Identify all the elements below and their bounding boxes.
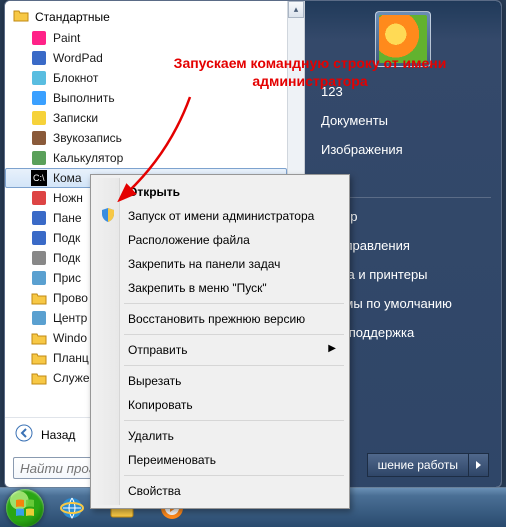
separator (124, 420, 344, 421)
shutdown-group: шение работы (367, 453, 489, 477)
explorer-icon (31, 290, 47, 306)
paint-icon (31, 30, 47, 46)
context-menu-item[interactable]: Запуск от имени администратора (122, 204, 346, 228)
panel-icon (31, 210, 47, 226)
program-label: Windo (53, 331, 87, 345)
context-menu-label: Открыть (128, 185, 180, 199)
context-menu-item[interactable]: Восстановить прежнюю версию (122, 307, 346, 331)
user-pane-link[interactable]: Изображения (305, 135, 501, 164)
context-menu-item[interactable]: Копировать (122, 393, 346, 417)
avatar-image (379, 15, 427, 63)
shutdown-button[interactable]: шение работы (367, 453, 469, 477)
sound-icon (31, 130, 47, 146)
program-label: Выполнить (53, 91, 115, 105)
cmd-icon: C:\ (31, 170, 47, 186)
context-menu: Открыть Запуск от имени администратора Рас… (90, 174, 350, 509)
separator (124, 303, 344, 304)
snip-icon (31, 190, 47, 206)
svg-text:C:\: C:\ (33, 173, 45, 183)
program-item[interactable]: Записки (5, 108, 287, 128)
app-icon (31, 270, 47, 286)
context-menu-label: Удалить (128, 429, 174, 443)
wordpad-icon (31, 50, 47, 66)
context-menu-item[interactable]: Удалить (122, 424, 346, 448)
context-menu-item[interactable]: Переименовать (122, 448, 346, 472)
program-label: Записки (53, 111, 98, 125)
calc-icon (31, 150, 47, 166)
chevron-right-icon (476, 461, 481, 469)
notepad-icon (31, 70, 47, 86)
context-menu-item[interactable]: Расположение файла (122, 228, 346, 252)
program-item[interactable]: Выполнить (5, 88, 287, 108)
context-menu-item[interactable]: Закрепить на панели задач (122, 252, 346, 276)
proj-icon (31, 250, 47, 266)
start-button[interactable] (6, 489, 44, 527)
program-label: Центр (53, 311, 87, 325)
program-item[interactable]: WordPad (5, 48, 287, 68)
program-label: Прис (53, 271, 81, 285)
context-menu-item[interactable]: Открыть (122, 180, 346, 204)
folder-open-icon (13, 7, 29, 26)
folder-header[interactable]: Стандартные (5, 5, 287, 28)
program-item[interactable]: Звукозапись (5, 128, 287, 148)
program-label: Пане (53, 211, 82, 225)
username-link[interactable]: 123 (305, 77, 501, 106)
center-icon (31, 310, 47, 326)
rdp-icon (31, 230, 47, 246)
context-menu-label: Переименовать (128, 453, 216, 467)
program-item[interactable]: Paint (5, 28, 287, 48)
scroll-up-button[interactable]: ▴ (288, 1, 304, 18)
avatar[interactable] (375, 11, 431, 67)
program-label: Paint (53, 31, 80, 45)
program-label: Калькулятор (53, 151, 123, 165)
program-item[interactable]: Блокнот (5, 68, 287, 88)
context-menu-label: Закрепить в меню "Пуск" (128, 281, 267, 295)
context-menu-label: Отправить (128, 343, 188, 357)
context-menu-label: Свойства (128, 484, 181, 498)
context-menu-label: Запуск от имени администратора (128, 209, 314, 223)
context-menu-item[interactable]: Свойства (122, 479, 346, 503)
program-label: Подк (53, 231, 80, 245)
context-menu-label: Расположение файла (128, 233, 250, 247)
user-pane-link[interactable]: Документы (305, 106, 501, 135)
submenu-arrow-icon: ▶ (328, 343, 336, 354)
sticky-icon (31, 110, 47, 126)
folder-icon (31, 350, 47, 366)
context-menu-item[interactable]: Отправить ▶ (122, 338, 346, 362)
context-menu-item[interactable]: Вырезать (122, 369, 346, 393)
context-menu-item[interactable]: Закрепить в меню "Пуск" (122, 276, 346, 300)
back-icon (15, 424, 33, 445)
shutdown-menu-button[interactable] (469, 453, 489, 477)
shield-icon (100, 207, 116, 223)
program-label: Кома (53, 171, 82, 185)
taskbar-ie-button[interactable] (50, 492, 94, 524)
context-menu-label: Восстановить прежнюю версию (128, 312, 305, 326)
folder-icon (31, 330, 47, 346)
separator (124, 475, 344, 476)
context-menu-gutter (94, 178, 120, 505)
program-label: WordPad (53, 51, 103, 65)
context-menu-label: Закрепить на панели задач (128, 257, 280, 271)
program-label: Прово (53, 291, 88, 305)
program-item[interactable]: Калькулятор (5, 148, 287, 168)
program-label: Планц (53, 351, 89, 365)
program-label: Звукозапись (53, 131, 122, 145)
context-menu-label: Копировать (128, 398, 193, 412)
separator (124, 365, 344, 366)
context-menu-label: Вырезать (128, 374, 181, 388)
back-label: Назад (41, 428, 75, 442)
folder-icon (31, 370, 47, 386)
program-label: Блокнот (53, 71, 98, 85)
program-label: Ножн (53, 191, 83, 205)
program-label: Служе (53, 371, 90, 385)
folder-label: Стандартные (35, 10, 110, 24)
run-icon (31, 90, 47, 106)
separator (124, 334, 344, 335)
program-label: Подк (53, 251, 80, 265)
